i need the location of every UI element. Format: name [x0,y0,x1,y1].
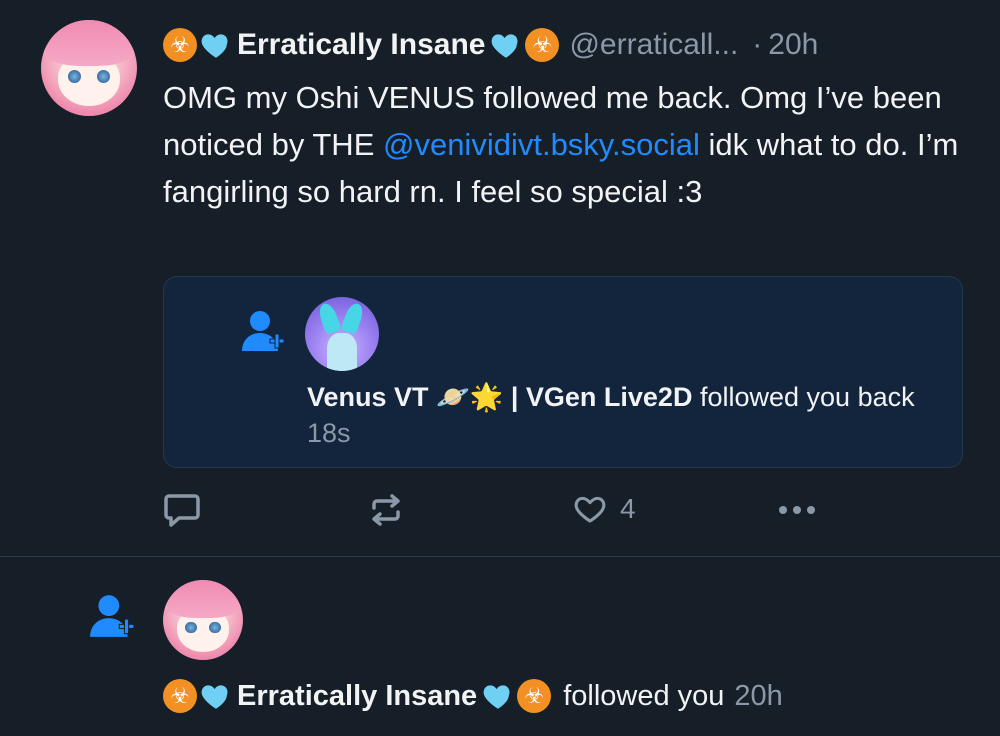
venus-avatar[interactable] [305,297,379,371]
reply-button[interactable] [163,492,201,528]
post-actions: 4 [0,482,1000,538]
heart-outline-icon [574,496,606,523]
post-header: ☣ Erratically Insane ☣ @erraticall... · … [163,20,818,70]
ellipsis-icon [779,506,815,514]
avatar-hair [163,580,243,619]
post-text: OMG my Oshi VENUS followed me back. Omg … [163,74,963,215]
author-display-name[interactable]: Erratically Insane [237,28,485,62]
avatar-ear [340,301,366,335]
person-plus-icon [242,311,285,351]
avatar-hair [41,20,137,67]
more-button[interactable] [776,492,818,528]
follower-avatar[interactable] [163,580,243,660]
light-blue-heart-icon [483,685,510,709]
notification-action: followed you [563,679,725,712]
post-timestamp[interactable]: 20h [768,28,818,62]
light-blue-heart-icon [492,34,518,58]
biohazard-icon: ☣ [163,28,197,62]
avatar-eye-right [209,621,221,633]
mention-link[interactable]: @venividivt.bsky.social [383,127,700,162]
avatar-figure [327,333,357,371]
notification-text: ☣ Erratically Insane ☣ followed you 20h [163,675,783,717]
like-button[interactable]: 4 [572,492,636,526]
repost-icon [372,494,400,526]
repost-button[interactable] [368,492,404,528]
biohazard-icon: ☣ [525,28,560,62]
like-count: 4 [620,493,636,524]
embed-time: 18s [307,418,351,448]
author-avatar[interactable] [41,20,137,116]
separator-dot: · [752,28,763,61]
author-handle[interactable]: @erraticall... [569,28,738,62]
embed-name-suffix[interactable]: | VGen Live2D [511,382,693,412]
avatar-eye-left [185,621,197,633]
embed-action: followed you back [699,382,915,412]
ringed-planet-icon: 🪐 [436,382,470,412]
embedded-card[interactable]: Venus VT 🪐🌟 | VGen Live2D followed you b… [163,276,963,468]
glowing-star-icon: 🌟 [469,382,504,412]
notification-time: 20h [734,679,783,712]
avatar-ear [316,301,342,335]
biohazard-icon: ☣ [517,679,552,713]
embed-display-name[interactable]: Venus VT [307,382,429,412]
biohazard-icon: ☣ [163,679,197,713]
follow-notification[interactable]: ☣ Erratically Insane ☣ followed you 20h [0,557,1000,736]
light-blue-heart-icon [201,685,228,709]
post[interactable]: ☣ Erratically Insane ☣ @erraticall... · … [0,0,1000,556]
embed-text: Venus VT 🪐🌟 | VGen Live2D followed you b… [307,379,947,451]
person-plus-icon [90,595,135,637]
light-blue-heart-icon [201,34,228,58]
reply-icon [164,494,200,527]
follower-display-name[interactable]: Erratically Insane [237,680,477,713]
